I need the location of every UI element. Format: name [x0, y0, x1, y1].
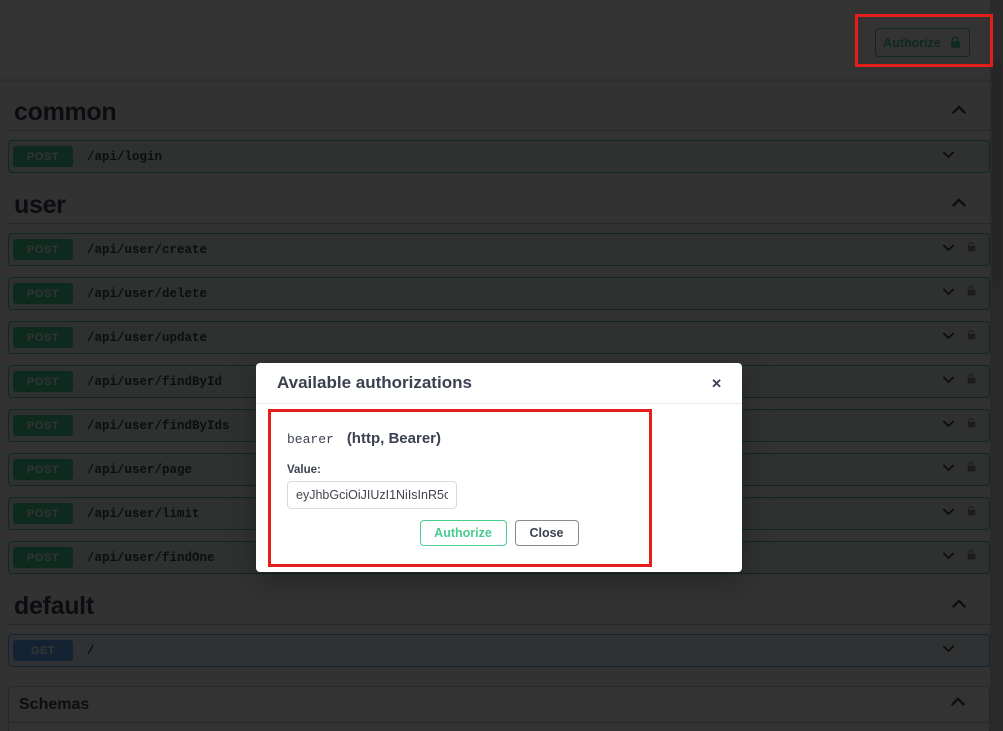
modal-buttons: Authorize Close — [287, 520, 711, 546]
auth-scheme-name: bearer — [287, 432, 334, 447]
modal-title: Available authorizations — [277, 373, 472, 392]
modal-close-button[interactable]: Close — [514, 520, 579, 546]
modal-header: Available authorizations ✕ — [256, 363, 742, 404]
auth-scheme-type: (http, Bearer) — [346, 430, 441, 447]
value-label: Value: — [287, 464, 321, 476]
modal-authorize-button[interactable]: Authorize — [419, 520, 507, 546]
auth-container: bearer (http, Bearer) Value: Authorize C… — [256, 404, 742, 546]
close-icon[interactable]: ✕ — [707, 373, 726, 394]
authorizations-modal: Available authorizations ✕ bearer (http,… — [256, 363, 742, 572]
token-input[interactable] — [287, 481, 457, 509]
swagger-ui-page: Authorize common POST /api/login user — [0, 0, 1003, 731]
auth-scheme-line: bearer (http, Bearer) — [287, 430, 711, 447]
